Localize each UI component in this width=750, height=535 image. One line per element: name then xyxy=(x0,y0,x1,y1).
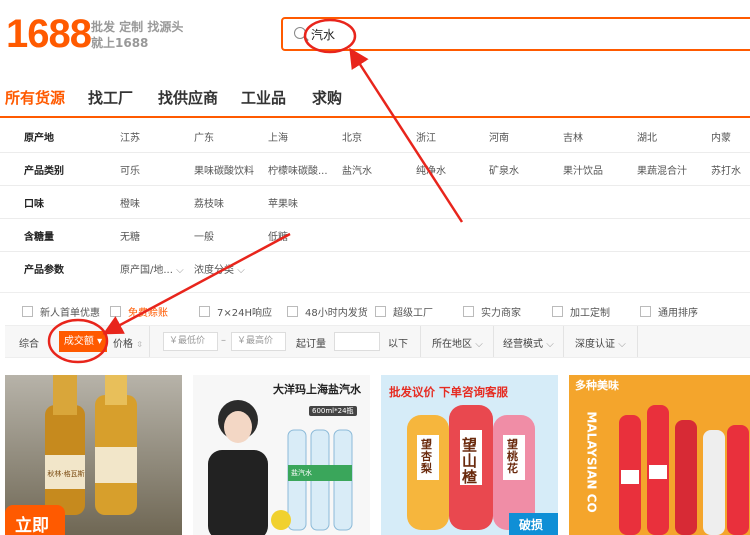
annotation-circle xyxy=(303,18,357,54)
annotation-arrow xyxy=(349,47,464,223)
annotation-arrow xyxy=(102,232,291,335)
annotation-overlay xyxy=(47,18,464,364)
annotation-circle xyxy=(47,318,109,364)
